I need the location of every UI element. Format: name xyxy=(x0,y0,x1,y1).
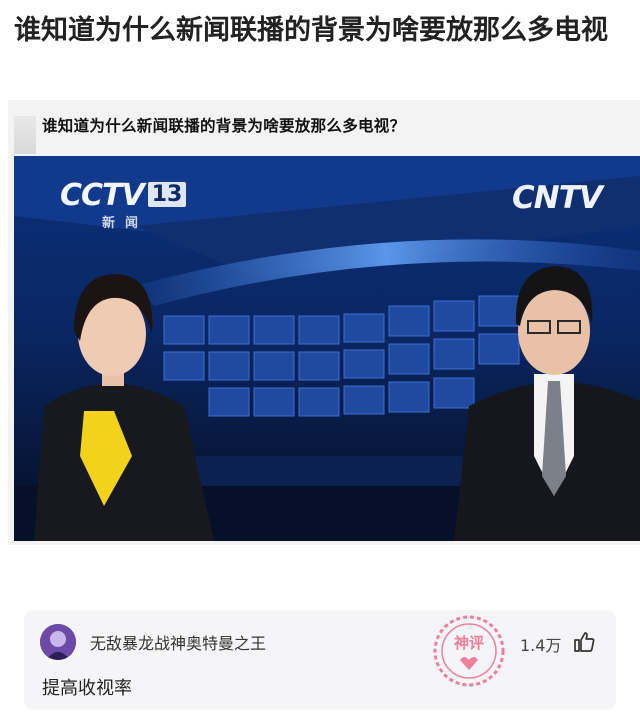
screenshot-caption: 谁知道为什么新闻联播的背景为啥要放那么多电视？ xyxy=(42,117,406,135)
comment-username[interactable]: 无敌暴龙战神奥特曼之王 xyxy=(90,630,266,654)
comment-text: 提高收视率 xyxy=(42,678,132,699)
cctv-logo: CCTV 13 xyxy=(60,178,187,213)
badge-text: 神评 xyxy=(454,634,484,652)
god-comment-stamp-icon: 神评 xyxy=(433,615,505,687)
like-count: 1.4万 xyxy=(520,636,562,655)
avatar[interactable] xyxy=(40,624,76,660)
channel-subtitle: 新闻 xyxy=(102,216,149,231)
thumbs-up-icon[interactable] xyxy=(572,630,596,654)
cctv-logo-text: CCTV xyxy=(60,178,145,213)
cntv-logo: CNTV xyxy=(512,180,603,216)
channel-number: 13 xyxy=(147,182,187,207)
post-title: 谁知道为什么新闻联播的背景为啥要放那么多电视 xyxy=(14,15,608,46)
avatar-icon xyxy=(40,624,76,660)
caption-decoration xyxy=(14,116,36,154)
